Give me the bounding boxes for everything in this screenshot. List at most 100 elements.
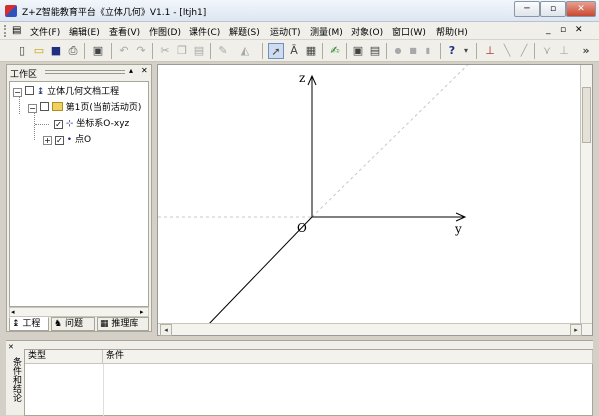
stop-icon[interactable]: ■ (405, 43, 421, 59)
drawing-canvas[interactable]: z y O ◂ ▸ (157, 64, 593, 336)
menu-view[interactable]: 查看(V) (109, 25, 140, 38)
title-bar: Z+Z智能教育平台《立体几何》V1.1 - [ltjh1] ─ ▫ ✕ (0, 0, 599, 22)
save-icon[interactable]: ■ (48, 43, 64, 59)
bottom-panel-close-icon[interactable]: ✕ (8, 343, 14, 351)
step-icon[interactable]: ▮ (420, 43, 436, 59)
mdi-minimize-button[interactable]: _ (546, 25, 551, 35)
line-icon[interactable]: ╱ (516, 43, 532, 59)
project-icon: ↨ (36, 87, 45, 97)
display-icon[interactable]: ▤ (367, 43, 383, 59)
workspace-header: 工作区 ▴ ✕ (7, 65, 151, 80)
copy-icon[interactable]: ❐ (174, 43, 190, 59)
column-header-type[interactable]: 类型 (25, 350, 103, 364)
scroll-right-icon[interactable]: ▸ (570, 324, 582, 336)
workspace-title: 工作区 (10, 70, 38, 80)
toolbar-separator (476, 43, 477, 59)
checkbox-checked[interactable]: ✓ (54, 136, 64, 145)
tab-reasoning-library[interactable]: ▦ 推理库 (97, 317, 149, 331)
record-icon[interactable]: ▣ (350, 43, 366, 59)
tree-connector (35, 124, 49, 125)
open-folder-icon[interactable]: ▭ (31, 43, 47, 59)
print-icon[interactable]: ⎙ (65, 43, 81, 59)
vertical-scroll-thumb[interactable] (582, 87, 591, 143)
checkbox[interactable] (24, 86, 34, 95)
new-file-icon[interactable]: ▯ (14, 43, 30, 59)
close-button[interactable]: ✕ (566, 1, 596, 17)
app-logo-icon (5, 5, 17, 17)
undo-icon[interactable]: ↶ (116, 43, 132, 59)
tab-label: 问题 (64, 319, 83, 329)
axes-icon: ⊹ (65, 119, 74, 129)
menu-solve[interactable]: 解题(S) (229, 25, 260, 38)
toolbar-separator (84, 43, 85, 59)
toolbar-separator (322, 43, 323, 59)
toolbar-separator (440, 43, 441, 59)
canvas-vertical-scrollbar[interactable] (580, 65, 592, 323)
menu-file[interactable]: 文件(F) (30, 25, 60, 38)
perpendicular-icon[interactable]: ⊥ (556, 43, 572, 59)
pen-icon[interactable]: ✎ (215, 43, 231, 59)
angle-icon[interactable]: ⋎ (539, 43, 555, 59)
panel-close-icon[interactable]: ✕ (141, 66, 148, 75)
menu-bar: ▤ 文件(F) 编辑(E) 查看(V) 作图(D) 课件(C) 解题(S) 运动… (0, 22, 599, 40)
pin-icon[interactable]: ▴ (129, 66, 133, 75)
menu-edit[interactable]: 编辑(E) (69, 25, 100, 38)
preview-icon[interactable]: ▣ (90, 43, 106, 59)
menu-draw[interactable]: 作图(D) (149, 25, 181, 38)
tab-project[interactable]: ↨ 工程 (9, 317, 49, 331)
paste-icon[interactable]: ▤ (191, 43, 207, 59)
minimize-button[interactable]: ─ (514, 1, 540, 17)
toolbar-separator (111, 43, 112, 59)
folder-icon (51, 102, 63, 111)
project-icon: ↨ (12, 319, 20, 329)
checkbox-checked[interactable]: ✓ (54, 120, 63, 129)
column-divider (103, 364, 104, 416)
tree-item-label: 第1页(当前活动页) (65, 103, 142, 113)
maximize-button[interactable]: ▫ (540, 1, 566, 17)
toolbar-overflow-icon[interactable]: » (578, 43, 594, 59)
column-header-condition[interactable]: 条件 (103, 350, 593, 364)
scroll-left-icon[interactable]: ◂ (11, 308, 15, 316)
label-tool-icon[interactable]: ▦ (303, 43, 319, 59)
play-icon[interactable]: ● (390, 43, 406, 59)
draw-tool-icon[interactable]: ✍ (327, 43, 343, 59)
dashed-diagonal-line (311, 65, 469, 218)
toolbar-separator (152, 43, 153, 59)
expand-icon[interactable]: + (43, 136, 52, 145)
text-tool-icon[interactable]: Ā (286, 43, 302, 59)
menu-help[interactable]: 帮助(H) (436, 25, 468, 38)
tab-label: 推理库 (111, 319, 139, 329)
y-axis-label: y (454, 222, 462, 236)
binoculars-icon: ♞ (54, 319, 63, 329)
menu-measure[interactable]: 测量(M) (310, 25, 343, 38)
collapse-icon[interactable]: − (13, 88, 22, 97)
segment-icon[interactable]: ╲ (499, 43, 515, 59)
tree-item-project[interactable]: − ↨ 立体几何文档工程 (13, 86, 119, 98)
fill-icon[interactable]: ◭ (237, 43, 253, 59)
origin-label: O (297, 221, 307, 235)
mdi-close-button[interactable]: ✕ (575, 25, 583, 35)
document-icon[interactable]: ▤ (12, 25, 21, 36)
menu-courseware[interactable]: 课件(C) (189, 25, 220, 38)
tree-item-point-o[interactable]: + ✓ • 点O (43, 134, 91, 146)
tree-item-page[interactable]: − 第1页(当前活动页) (28, 102, 141, 114)
dropdown-icon[interactable]: ▾ (458, 43, 474, 59)
tree-scrollbar[interactable]: ◂ ▸ (9, 307, 149, 317)
tree-item-coordinate-system[interactable]: ✓ ⊹ 坐标系O-xyz (54, 118, 129, 130)
tree-item-label: 立体几何文档工程 (47, 87, 120, 97)
checkbox[interactable] (39, 102, 49, 111)
menu-object[interactable]: 对象(O) (351, 25, 383, 38)
scroll-right-icon[interactable]: ▸ (140, 308, 144, 316)
panel-grip[interactable] (45, 70, 125, 74)
ruler-icon[interactable]: ⊥ (482, 43, 498, 59)
menu-motion[interactable]: 运动(T) (270, 25, 301, 38)
mdi-restore-button[interactable]: ▫ (560, 25, 566, 35)
collapse-icon[interactable]: − (28, 104, 37, 113)
cut-icon[interactable]: ✂ (157, 43, 173, 59)
menu-window[interactable]: 窗口(W) (392, 25, 426, 38)
canvas-horizontal-scrollbar[interactable]: ◂ ▸ (158, 323, 592, 336)
redo-icon[interactable]: ↷ (133, 43, 149, 59)
scroll-left-icon[interactable]: ◂ (160, 324, 172, 336)
select-arrow-icon[interactable]: ➚ (268, 43, 284, 59)
tab-problem[interactable]: ♞ 问题 (51, 317, 95, 331)
